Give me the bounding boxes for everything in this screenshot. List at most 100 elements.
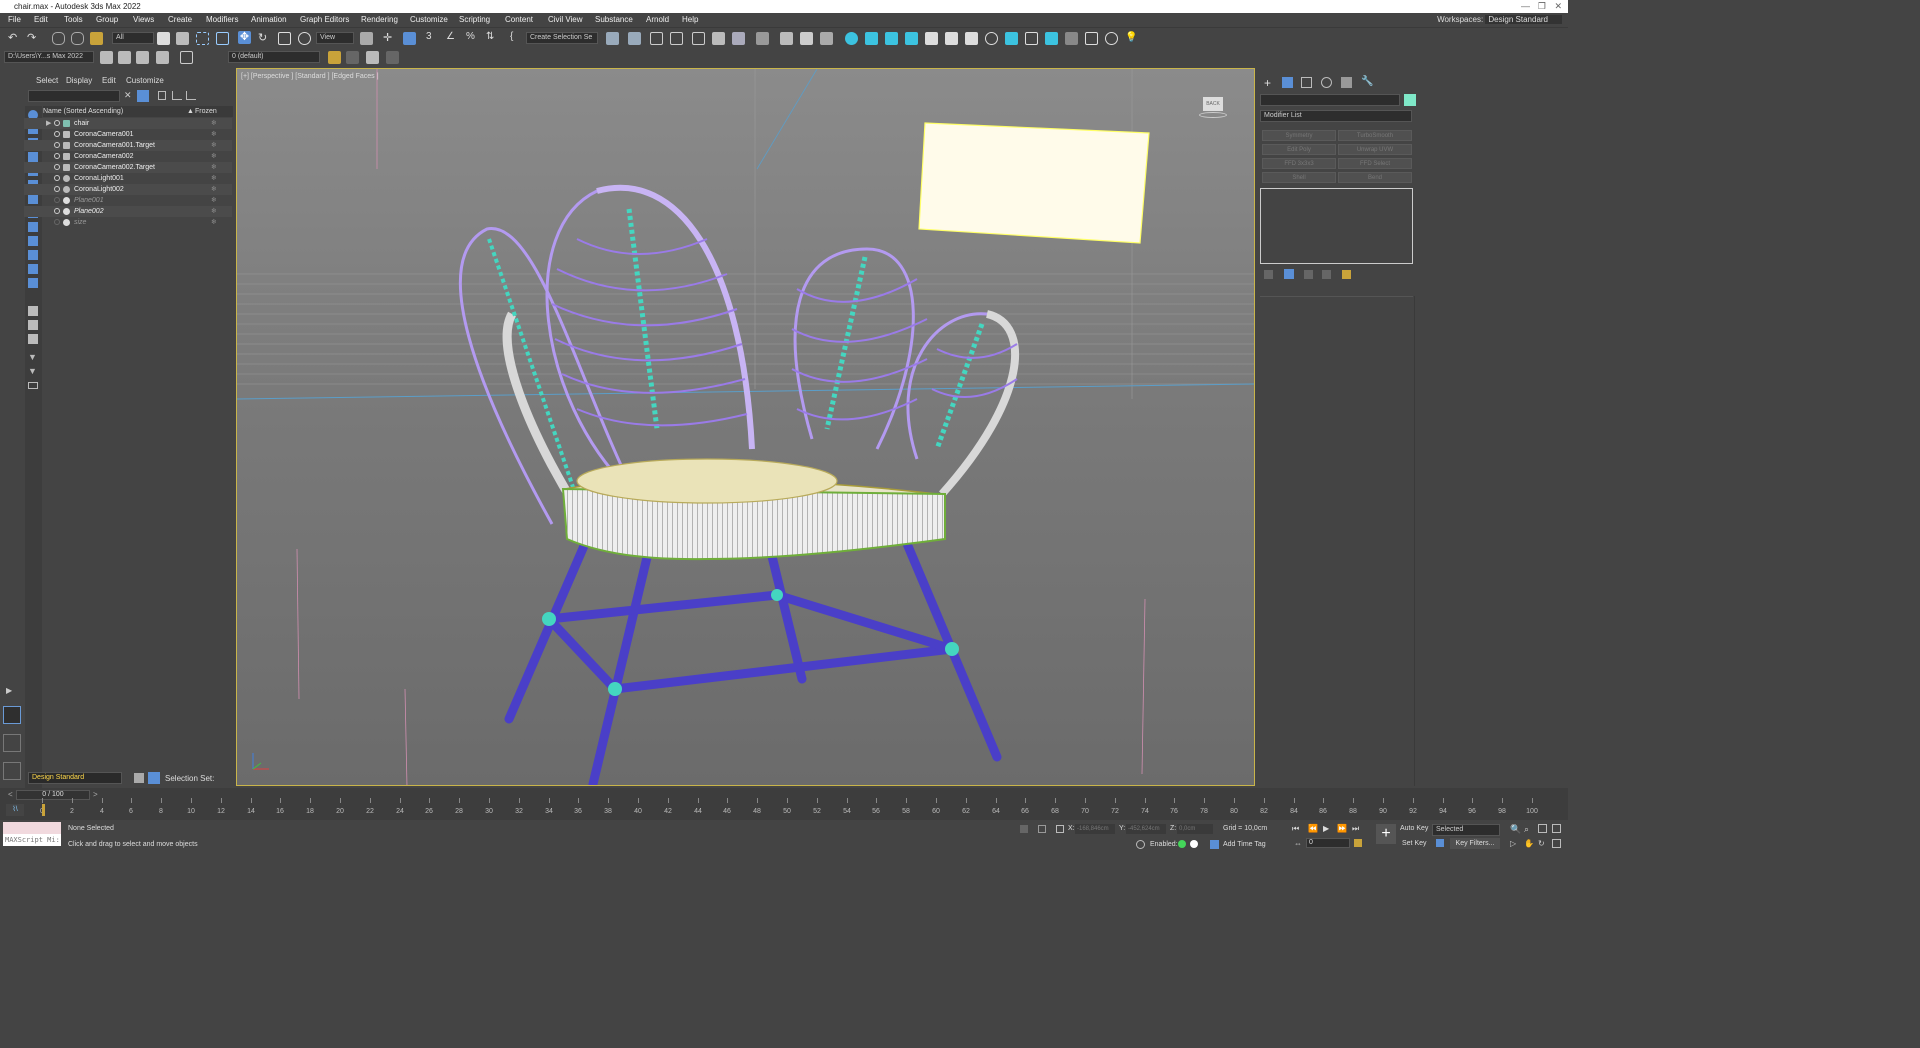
zoom-extents-icon[interactable] — [1538, 824, 1547, 833]
absolute-mode-icon[interactable] — [1056, 825, 1064, 833]
selection-lock-icon[interactable] — [1038, 825, 1046, 833]
pivot-center-icon[interactable] — [360, 32, 373, 45]
viewcube[interactable]: BACK — [1199, 95, 1227, 119]
spinner-snap-icon[interactable]: ⇅ — [486, 31, 499, 44]
viewport-layout-icon[interactable] — [3, 706, 21, 724]
freeze-icon[interactable]: ❄ — [211, 129, 217, 140]
project-settings-icon[interactable] — [156, 51, 169, 64]
goto-end-icon[interactable]: ⏭ — [1352, 824, 1359, 834]
orbit-icon[interactable]: ↻ — [1538, 839, 1545, 848]
hierarchy-tab-icon[interactable] — [1301, 77, 1312, 88]
edit-poly-button[interactable]: Edit Poly — [1262, 144, 1336, 155]
tab-edit[interactable]: Edit — [102, 76, 116, 85]
menu-group[interactable]: Group — [96, 15, 118, 24]
show-end-result-icon[interactable] — [1284, 269, 1294, 279]
corona-lister-icon[interactable] — [1045, 32, 1058, 45]
pan-icon[interactable]: ✋ — [1524, 839, 1534, 848]
render-setup-icon[interactable] — [780, 32, 793, 45]
pin-stack-icon[interactable] — [1264, 270, 1273, 279]
add-time-tag-label[interactable]: Add Time Tag — [1223, 841, 1266, 848]
expand-arrow-icon[interactable]: ▶ — [6, 686, 12, 695]
maxscript-listener-pink[interactable] — [3, 822, 61, 834]
perspective-viewport[interactable]: [+] [Perspective ] [Standard ] [Edged Fa… — [236, 68, 1255, 786]
snaps-toggle-icon[interactable]: 3 — [426, 31, 439, 44]
corona-decal-icon[interactable] — [965, 32, 978, 45]
rotate-icon[interactable]: ↻ — [258, 31, 271, 44]
corona-scatter-icon[interactable] — [945, 32, 958, 45]
lightbulb-icon[interactable]: 💡 — [1125, 32, 1138, 45]
filter-icon[interactable] — [137, 90, 149, 102]
ffd-3x3x3-button[interactable]: FFD 3x3x3 — [1262, 158, 1336, 169]
menu-file[interactable]: File — [8, 15, 21, 24]
corona-box-icon[interactable] — [1085, 32, 1098, 45]
corona-camera-icon[interactable] — [865, 32, 878, 45]
tab-display[interactable]: Display — [66, 76, 92, 85]
link-icon[interactable] — [52, 32, 65, 45]
menu-create[interactable]: Create — [168, 15, 192, 24]
fov-icon[interactable]: ▷ — [1510, 839, 1516, 848]
configure-sets-icon[interactable] — [1342, 270, 1351, 279]
freeze-icon[interactable]: ❄ — [211, 195, 217, 206]
list-item[interactable]: CoronaCamera002 ❄ — [24, 151, 232, 162]
viewcube-face[interactable]: BACK — [1203, 97, 1223, 111]
restore-icon[interactable]: ❐ — [1538, 0, 1546, 13]
percent-snap-icon[interactable]: % — [466, 31, 479, 44]
freeze-icon[interactable]: ❄ — [211, 173, 217, 184]
menu-edit[interactable]: Edit — [34, 15, 48, 24]
filter-funnel-2-icon[interactable]: ▼ — [28, 366, 37, 376]
menu-animation[interactable]: Animation — [251, 15, 287, 24]
display-dependents-icon[interactable] — [28, 334, 38, 344]
menu-help[interactable]: Help — [682, 15, 698, 24]
display-children-icon[interactable] — [28, 306, 38, 316]
display-frozen-icon[interactable] — [28, 264, 38, 274]
menu-content[interactable]: Content — [505, 15, 533, 24]
key-mode-icon[interactable]: ⇔ — [1294, 839, 1302, 848]
set-current-layer-icon[interactable] — [386, 51, 399, 64]
make-unique-icon[interactable] — [1304, 270, 1313, 279]
key-filters-button[interactable]: Key Filters... — [1450, 838, 1500, 849]
play-icon[interactable]: ▶ — [1323, 824, 1329, 833]
time-tag-icon[interactable] — [1210, 840, 1219, 849]
rect-selection-icon[interactable] — [196, 32, 209, 45]
mirror-icon[interactable] — [606, 32, 619, 45]
explorer-header[interactable]: Name (Sorted Ascending) ▲ Frozen — [43, 106, 233, 117]
visibility-eye-icon[interactable] — [54, 120, 60, 126]
unwrap-uvw-button[interactable]: Unwrap UVW — [1338, 144, 1412, 155]
corona-material-icon[interactable] — [1065, 32, 1078, 45]
goto-start-icon[interactable]: ⏮ — [1292, 824, 1299, 834]
list-item[interactable]: CoronaCamera001 ❄ — [24, 129, 232, 140]
freeze-icon[interactable]: ❄ — [211, 118, 217, 129]
prev-key-icon[interactable]: ⏪ — [1308, 824, 1318, 833]
menu-modifiers[interactable]: Modifiers — [206, 15, 238, 24]
freeze-icon[interactable]: ❄ — [211, 217, 217, 228]
panel-scrollbar[interactable] — [1414, 296, 1415, 786]
placement-icon[interactable] — [298, 32, 311, 45]
folder-icon[interactable] — [28, 382, 38, 389]
menu-civil-view[interactable]: Civil View — [548, 15, 583, 24]
menu-scripting[interactable]: Scripting — [459, 15, 490, 24]
menu-arnold[interactable]: Arnold — [646, 15, 669, 24]
layer-explorer-icon[interactable] — [650, 32, 663, 45]
time-config-icon[interactable] — [1354, 839, 1362, 847]
visibility-eye-icon[interactable] — [54, 208, 60, 214]
select-layer-icon[interactable] — [366, 51, 379, 64]
zoom-extents-all-icon[interactable] — [1552, 824, 1561, 833]
project-folder-dropdown[interactable]: D:\Users\Y...s Max 2022 — [4, 51, 94, 63]
menu-views[interactable]: Views — [133, 15, 154, 24]
timeline-current-marker[interactable] — [42, 804, 45, 816]
selection-set-icon[interactable] — [148, 772, 160, 784]
viewcube-ring[interactable] — [1199, 112, 1227, 118]
x-coordinate-field[interactable]: -168,846cm — [1075, 824, 1115, 834]
bind-spacewarp-icon[interactable] — [90, 32, 103, 45]
current-frame-field[interactable]: 0 — [1306, 838, 1350, 848]
set-key-button[interactable]: Set Key — [1402, 840, 1427, 847]
list-item[interactable]: CoronaLight001 ❄ — [24, 173, 232, 184]
undo-icon[interactable]: ↶ — [8, 31, 21, 44]
visibility-eye-icon[interactable] — [54, 186, 60, 192]
menu-customize[interactable]: Customize — [410, 15, 448, 24]
hierarchy-icon[interactable] — [172, 91, 182, 100]
align-icon[interactable] — [628, 32, 641, 45]
redo-icon[interactable]: ↷ — [27, 31, 40, 44]
corona-vfb-icon[interactable] — [1025, 32, 1038, 45]
angle-snap-icon[interactable]: ∠ — [446, 31, 459, 44]
